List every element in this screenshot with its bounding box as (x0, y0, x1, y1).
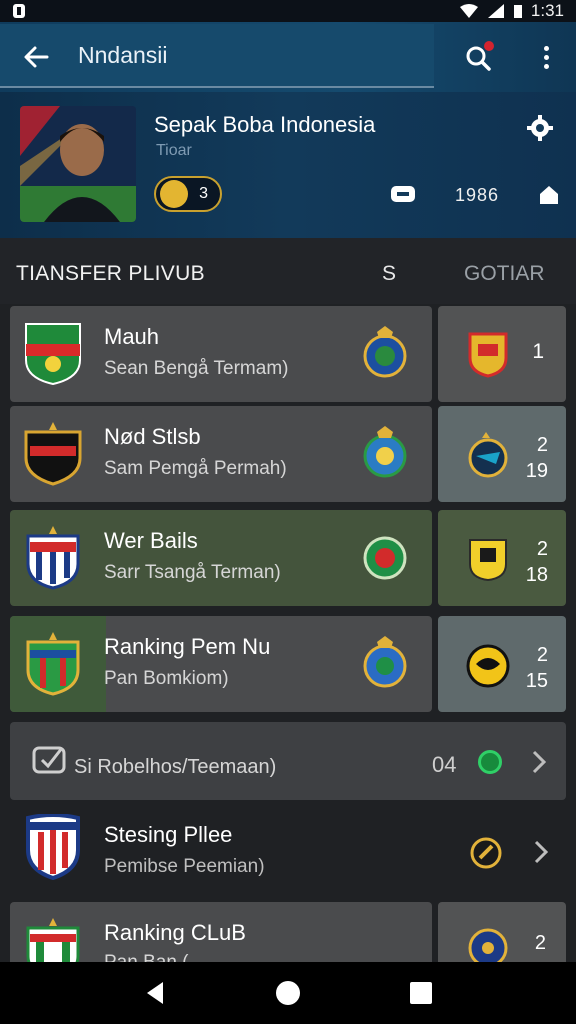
club-crest-icon (26, 526, 80, 590)
row-subtitle: Sarr Tsangå Terman) (104, 562, 281, 583)
gear-icon (527, 115, 553, 141)
row-title: Ranking Pem Nu (104, 634, 271, 659)
section-title: TIANSFER PLIVUB (16, 262, 205, 285)
wifi-icon (459, 4, 478, 18)
row-subtitle: Pan Bomkiom) (104, 668, 229, 689)
section-header: TIANSFER PLIVUB S GOTIAR (0, 238, 576, 304)
club-crest-icon (26, 814, 80, 880)
nav-home-icon[interactable] (274, 979, 302, 1007)
row-subtitle: Sean Bengå Termam) (104, 358, 289, 379)
nav-recents-icon[interactable] (409, 981, 433, 1005)
profile-header: Sepak Boba Indonesia Tioar 3 1986 (0, 92, 576, 238)
back-button[interactable] (18, 40, 54, 74)
status-time: 1:31 (530, 1, 564, 20)
club-crest-icon (24, 422, 82, 486)
profile-subtitle: Tioar (156, 142, 192, 159)
side-value: 2 (534, 932, 546, 954)
side-cell[interactable]: 2 15 (438, 616, 566, 712)
club-crest-icon (25, 323, 81, 386)
league-badge-icon (363, 636, 407, 688)
list-item[interactable]: Mauh Sean Bengå Termam) (10, 306, 432, 402)
notification-icon (13, 4, 25, 18)
signal-icon (487, 4, 504, 18)
coin-count: 3 (199, 185, 208, 202)
list-item[interactable]: Nød Stlsb Sam Pemgå Permah) (10, 406, 432, 502)
coin-icon (160, 180, 188, 208)
chat-icon[interactable] (390, 184, 416, 206)
wide-row-count: 04 (432, 752, 457, 777)
more-vert-icon (543, 45, 549, 51)
list-item[interactable]: Wer Bails Sarr Tsangå Terman) (10, 510, 432, 606)
side-cell[interactable]: 1 (438, 306, 566, 402)
wide-row-label: Si Robelhos/Teemaan) (74, 756, 277, 778)
search-field[interactable] (0, 24, 434, 88)
app-bar-title: Nndansii (78, 42, 168, 68)
row-title: Mauh (104, 324, 160, 349)
list-item[interactable]: Stesing Pllee Pemibse Peemian) (0, 808, 576, 898)
side-values: 2 19 (525, 434, 548, 482)
row-subtitle: Sam Pemgå Permah) (104, 458, 287, 479)
battery-icon (513, 5, 522, 18)
status-bar: 1:31 (0, 0, 576, 22)
side-values: 2 15 (525, 644, 548, 692)
home-icon[interactable] (538, 184, 560, 206)
list-item[interactable]: Ranking Pem Nu Pan Bomkiom) (10, 616, 432, 712)
side-cell[interactable]: 2 19 (438, 406, 566, 502)
club-emblem-icon (468, 928, 508, 964)
club-emblem-icon (466, 644, 510, 688)
league-badge-icon (363, 536, 407, 580)
search-button[interactable] (462, 40, 496, 74)
side-cell[interactable]: 2 (438, 902, 566, 964)
league-badge-icon (363, 326, 407, 378)
club-emblem-icon (468, 432, 508, 478)
row-title: Stesing Pllee (104, 822, 233, 847)
profile-name: Sepak Boba Indonesia (154, 112, 376, 137)
club-emblem-icon (468, 332, 508, 378)
settings-button[interactable] (526, 114, 554, 142)
coin-badge[interactable]: 3 (154, 176, 222, 212)
league-badge-icon (363, 426, 407, 478)
profile-stat-value: 1986 (454, 184, 500, 205)
row-title: Ranking CLuB (104, 920, 246, 945)
nav-back-icon[interactable] (143, 980, 167, 1006)
side-value: 1 (532, 340, 544, 363)
chevron-right-icon (532, 750, 546, 774)
back-arrow-icon (24, 46, 49, 68)
row-title: Nød Stlsb (104, 424, 201, 449)
chevron-right-icon (534, 840, 548, 864)
player-photo (20, 106, 136, 222)
club-crest-icon (26, 632, 80, 696)
app-bar: Nndansii (0, 22, 576, 92)
section-col-right[interactable]: GOTIAR (464, 262, 545, 286)
side-cell[interactable]: 2 18 (438, 510, 566, 606)
list-item-wide[interactable]: Si Robelhos/Teemaan) 04 (10, 722, 566, 800)
side-values: 2 18 (525, 538, 548, 586)
club-emblem-icon (470, 837, 502, 869)
club-emblem-icon (469, 539, 507, 582)
search-icon (466, 41, 494, 71)
row-title: Wer Bails (104, 528, 198, 553)
system-nav-bar (0, 962, 576, 1024)
club-crest-icon (26, 918, 80, 964)
more-options-button[interactable] (534, 40, 558, 74)
row-subtitle: Pemibse Peemian) (104, 856, 265, 877)
section-col-s[interactable]: S (382, 262, 396, 286)
avatar[interactable] (20, 106, 136, 222)
check-box-icon (32, 746, 66, 774)
status-dot-icon (478, 750, 502, 774)
list-item[interactable]: Ranking CLuB Pan Ban ( (10, 902, 432, 964)
